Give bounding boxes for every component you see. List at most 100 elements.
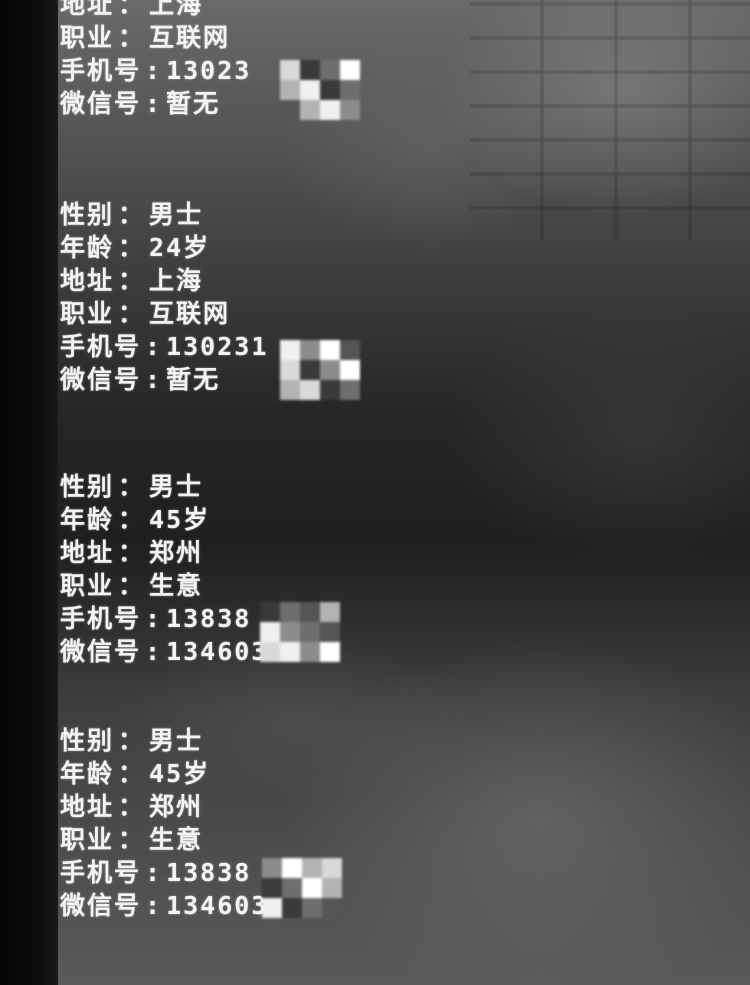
field-label: 微信号: [60, 637, 142, 666]
mosaic-tile: [262, 898, 282, 918]
mosaic-tile: [300, 100, 320, 120]
field-separator: ：: [118, 759, 146, 788]
field-label: 地址: [60, 792, 115, 821]
field-phone: 手机号:13838: [60, 602, 268, 635]
mosaic-tile: [320, 100, 340, 120]
field-value: 男士: [149, 726, 204, 755]
window-reflection: [470, 0, 750, 240]
mosaic-tile: [320, 380, 340, 400]
field-value: 互联网: [149, 23, 231, 52]
photo-of-monitor: 地址：上海 职业：互联网 手机号:13023 微信号: 暂无 性别：男士 年龄： 2…: [0, 0, 750, 985]
field-gender: 性别：男士: [60, 724, 268, 757]
mosaic-tile: [320, 622, 340, 642]
mosaic-tile: [300, 60, 320, 80]
mosaic-tile: [280, 360, 300, 380]
field-label: 手机号: [60, 56, 142, 85]
mosaic-tile: [322, 878, 342, 898]
field-label: 年龄: [60, 233, 115, 262]
field-separator: ：: [118, 825, 146, 854]
mosaic-tile: [280, 622, 300, 642]
mosaic-tile: [340, 60, 360, 80]
field-label: 性别: [60, 200, 115, 229]
mosaic-tile: [282, 878, 302, 898]
field-label: 职业: [60, 825, 115, 854]
field-separator: :: [145, 891, 163, 920]
mosaic-tile: [302, 858, 322, 878]
field-label: 年龄: [60, 505, 115, 534]
mosaic-tile: [322, 858, 342, 878]
mosaic-tile: [340, 380, 360, 400]
field-separator: ：: [118, 23, 146, 52]
field-phone: 手机号:13838: [60, 856, 268, 889]
mosaic-tile: [302, 878, 322, 898]
field-label: 地址: [60, 538, 115, 567]
redaction-mosaic: [262, 858, 342, 918]
mosaic-tile: [340, 100, 360, 120]
field-value: 生意: [149, 825, 204, 854]
mosaic-tile: [300, 622, 320, 642]
field-label: 职业: [60, 23, 115, 52]
field-gender: 性别：男士: [60, 470, 268, 503]
field-address: 地址：郑州: [60, 790, 268, 823]
mosaic-tile: [320, 602, 340, 622]
field-occupation: 职业：生意: [60, 823, 268, 856]
field-wechat: 微信号: 暂无: [60, 87, 251, 120]
field-value: 45岁: [149, 505, 211, 534]
field-value: 13838: [166, 858, 252, 887]
field-label: 微信号: [60, 365, 142, 394]
mosaic-tile: [322, 898, 342, 918]
mosaic-tile: [300, 340, 320, 360]
field-wechat: 微信号:134603: [60, 889, 268, 922]
field-separator: ：: [118, 299, 146, 328]
mosaic-tile: [320, 60, 340, 80]
field-label: 职业: [60, 299, 115, 328]
field-value: 暂无: [166, 89, 221, 118]
field-age: 年龄： 45岁: [60, 503, 268, 536]
redaction-mosaic: [280, 340, 360, 400]
field-value: 男士: [149, 472, 204, 501]
field-value: 13023: [166, 56, 252, 85]
mosaic-tile: [262, 878, 282, 898]
field-occupation: 职业：互联网: [60, 21, 251, 54]
field-value: 男士: [149, 200, 204, 229]
field-value: 上海: [149, 0, 204, 19]
mosaic-tile: [320, 360, 340, 380]
field-label: 职业: [60, 571, 115, 600]
field-separator: ：: [118, 266, 146, 295]
field-address: 地址：上海: [60, 0, 251, 21]
field-value: 暂无: [166, 365, 221, 394]
mosaic-tile: [300, 642, 320, 662]
redaction-mosaic: [280, 60, 360, 120]
mosaic-tile: [300, 80, 320, 100]
field-value: 郑州: [149, 792, 204, 821]
field-gender: 性别：男士: [60, 198, 268, 231]
field-separator: :: [145, 858, 163, 887]
field-value: 互联网: [149, 299, 231, 328]
mosaic-tile: [300, 360, 320, 380]
field-separator: :: [145, 365, 163, 394]
field-separator: :: [145, 332, 163, 361]
field-value: 134603: [166, 891, 269, 920]
mosaic-tile: [262, 858, 282, 878]
field-value: 134603: [166, 637, 269, 666]
field-age: 年龄： 24岁: [60, 231, 268, 264]
field-separator: ：: [118, 505, 146, 534]
redaction-mosaic: [260, 602, 340, 662]
mosaic-tile: [280, 642, 300, 662]
field-separator: ：: [118, 571, 146, 600]
field-label: 手机号: [60, 604, 142, 633]
field-separator: :: [145, 637, 163, 666]
monitor-bezel: [0, 0, 58, 985]
field-label: 年龄: [60, 759, 115, 788]
mosaic-tile: [260, 602, 280, 622]
field-value: 生意: [149, 571, 204, 600]
mosaic-tile: [280, 60, 300, 80]
mosaic-tile: [280, 380, 300, 400]
field-label: 手机号: [60, 858, 142, 887]
field-separator: :: [145, 604, 163, 633]
mosaic-tile: [320, 340, 340, 360]
field-occupation: 职业：生意: [60, 569, 268, 602]
record-block: 性别：男士 年龄： 45岁 地址：郑州 职业：生意 手机号:13838 微信号:1…: [60, 470, 268, 668]
mosaic-tile: [280, 602, 300, 622]
mosaic-tile: [340, 340, 360, 360]
